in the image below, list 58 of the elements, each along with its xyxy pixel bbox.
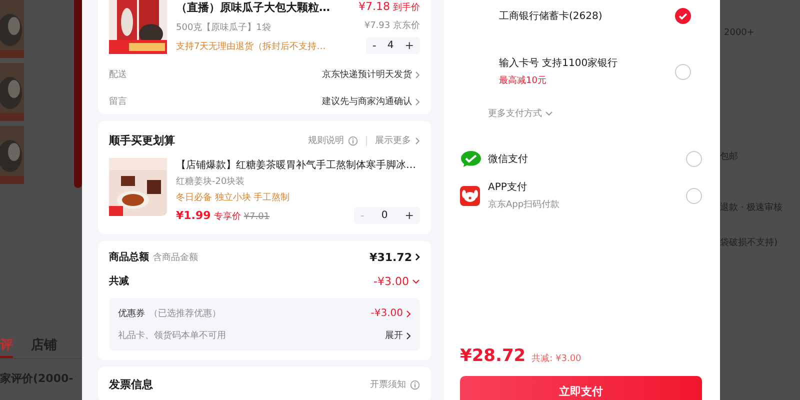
gift-card-note: 礼品卡、领货码本单不可用 — [118, 330, 226, 342]
section-title: 顺手买更划算 — [109, 133, 175, 148]
minus-button[interactable]: - — [369, 39, 380, 52]
pay-now-button[interactable]: 立即支付 — [460, 376, 702, 400]
plus-button[interactable]: + — [402, 39, 417, 52]
price: ¥7.18 — [358, 0, 390, 13]
row-label: 配送 — [109, 68, 127, 81]
promo-text: 最高减10元 — [499, 74, 548, 87]
total-amount[interactable]: ¥31.72 — [370, 250, 412, 264]
product-tags: 冬日必备 独立小块 手工熬制 — [176, 191, 420, 204]
dog-icon — [460, 186, 480, 206]
price: ¥1.99 — [176, 208, 211, 222]
payment-method[interactable]: 输入卡号 支持1100家银行 — [499, 56, 669, 70]
chevron-right-icon — [406, 310, 411, 318]
payment-hint: 京东App扫码付款 — [488, 198, 561, 211]
chevron-right-icon — [406, 332, 411, 340]
original-price: ¥7.01 — [244, 212, 270, 222]
coupon-amount[interactable]: -¥3.00 — [370, 308, 403, 319]
chevron-right-icon — [415, 70, 420, 78]
radio-button[interactable] — [675, 64, 691, 80]
quantity: 4 — [387, 40, 394, 51]
chevron-down-icon — [412, 278, 420, 284]
expand-link[interactable]: 展开 — [385, 329, 403, 342]
return-policy: 支持7天无理由退货（拆封后不支持… — [176, 40, 327, 53]
pay-amount: ¥28.72 — [460, 346, 526, 366]
discount-label: 共减 — [109, 274, 129, 288]
coupon-hint: （已选推荐优惠） — [149, 308, 221, 320]
product-spec: 500克【原味瓜子】1袋 — [176, 22, 272, 34]
info-icon[interactable] — [410, 380, 420, 390]
total-hint: 含商品金额 — [153, 252, 198, 264]
row-value[interactable]: 建议先与商家沟通确认 — [322, 95, 412, 108]
chevron-right-icon — [415, 98, 420, 106]
section-title: 发票信息 — [109, 377, 153, 392]
total-label: 商品总额 — [109, 250, 149, 264]
quantity: 0 — [381, 210, 388, 221]
row-value[interactable]: 京东快递预计明天发货 — [322, 68, 412, 81]
chat-icon — [460, 150, 482, 168]
price-label: 专享价 — [214, 210, 241, 222]
saved-amount: 共减: ¥3.00 — [532, 352, 582, 365]
payment-method[interactable]: APP支付 — [488, 180, 680, 194]
price-label: 到手价 — [393, 2, 420, 14]
product-title[interactable]: （直播）原味瓜子大包大颗粒… — [176, 0, 350, 15]
radio-button[interactable] — [675, 8, 691, 24]
radio-button[interactable] — [686, 151, 702, 167]
chevron-down-icon — [545, 111, 553, 116]
plus-button[interactable]: + — [402, 209, 417, 222]
payment-method[interactable]: 微信支付 — [488, 152, 680, 166]
jd-price: ¥7.93 京东价 — [364, 20, 420, 32]
radio-button[interactable] — [686, 188, 702, 204]
coupon-label: 优惠券 — [118, 308, 145, 320]
product-title[interactable]: 【店铺爆款】红糖姜茶暖胃补气手工熬制体寒手脚冰… — [176, 158, 420, 172]
chevron-right-icon — [415, 136, 420, 144]
info-icon[interactable] — [348, 136, 358, 146]
product-spec: 红糖姜块-20块装 — [176, 175, 246, 188]
row-label: 留言 — [109, 96, 127, 108]
chevron-right-icon — [415, 253, 420, 261]
discount-amount[interactable]: -¥3.00 — [374, 274, 409, 288]
payment-method[interactable]: 工商银行储蓄卡(2628) — [499, 9, 669, 23]
